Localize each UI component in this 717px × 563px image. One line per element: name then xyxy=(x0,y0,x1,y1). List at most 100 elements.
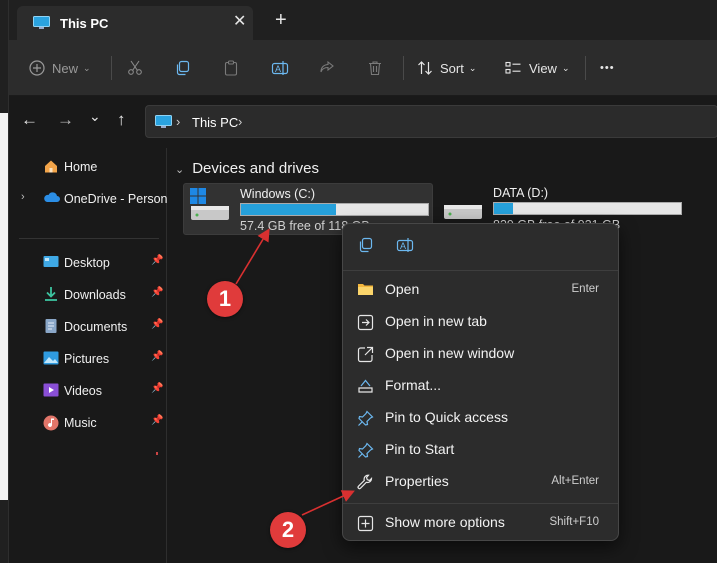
back-button[interactable]: ← xyxy=(21,110,38,130)
sidebar-item-downloads[interactable]: Downloads 📌 xyxy=(9,280,167,308)
chevron-down-icon: ⌄ xyxy=(468,62,477,73)
copy-icon[interactable] xyxy=(358,237,374,258)
resize-mark xyxy=(156,452,158,455)
rename-icon: A xyxy=(271,60,289,76)
new-label: New xyxy=(52,60,79,76)
videos-icon xyxy=(43,383,59,397)
format-icon xyxy=(357,378,374,395)
menu-item-show-more-options[interactable]: Show more options Shift+F10 xyxy=(347,508,615,538)
drive-name: DATA (D:) xyxy=(493,186,549,200)
sidebar-item-videos[interactable]: Videos 📌 xyxy=(9,376,167,404)
view-icon xyxy=(505,60,522,76)
pin-icon[interactable]: 📌 xyxy=(151,351,163,362)
pin-icon xyxy=(357,410,374,427)
menu-item-label: Open in new tab xyxy=(385,313,487,329)
tab-this-pc[interactable]: This PC ✕ xyxy=(17,6,253,40)
view-button[interactable]: View ⌄ xyxy=(505,40,570,96)
section-title: Devices and drives xyxy=(192,160,319,177)
pin-icon[interactable]: 📌 xyxy=(151,383,163,394)
copy-button[interactable] xyxy=(175,40,191,96)
sidebar-item-onedrive[interactable]: › OneDrive - Personal xyxy=(9,184,167,212)
new-button[interactable]: New ⌄ xyxy=(29,40,91,96)
share-icon xyxy=(319,60,335,76)
new-tab-icon xyxy=(357,314,374,331)
view-label: View xyxy=(529,60,557,76)
drive-name: Windows (C:) xyxy=(240,187,316,201)
menu-item-open-new-window[interactable]: Open in new window xyxy=(347,339,615,369)
chevron-right-icon[interactable]: › xyxy=(21,191,25,203)
chevron-down-icon: ⌄ xyxy=(561,62,570,73)
documents-icon xyxy=(43,319,59,333)
trash-icon xyxy=(367,60,383,76)
chevron-down-icon: ⌄ xyxy=(83,62,91,73)
divider xyxy=(585,56,586,80)
downloads-icon xyxy=(43,287,59,301)
up-button[interactable]: ↑ xyxy=(117,110,126,130)
drive-usage-bar xyxy=(493,202,682,215)
menu-divider xyxy=(343,503,618,504)
menu-item-label: Show more options xyxy=(385,514,505,530)
windows-drive-icon xyxy=(189,188,231,229)
breadcrumb-chevron-icon: › xyxy=(176,114,181,129)
rename-button[interactable]: A xyxy=(271,40,289,96)
drive-usage-fill xyxy=(241,204,337,215)
menu-item-label: Format... xyxy=(385,377,442,393)
sort-button[interactable]: Sort ⌄ xyxy=(417,40,476,96)
annotation-marker-2: 2 xyxy=(270,512,306,548)
menu-item-pin-quick-access[interactable]: Pin to Quick access xyxy=(347,403,615,433)
copy-icon xyxy=(175,60,191,76)
menu-item-open[interactable]: Open Enter xyxy=(347,275,615,305)
pin-icon[interactable]: 📌 xyxy=(151,415,163,426)
pin-start-icon xyxy=(357,442,374,459)
close-tab-icon[interactable]: ✕ xyxy=(233,11,246,31)
breadcrumb-chevron-icon[interactable]: › xyxy=(238,114,242,129)
menu-item-shortcut: Enter xyxy=(571,283,600,295)
command-bar: New ⌄ A Sort ⌄ View ⌄ ••• xyxy=(9,40,717,96)
forward-button[interactable]: → xyxy=(57,110,74,130)
devices-and-drives-header[interactable]: ⌄ Devices and drives xyxy=(175,160,319,177)
menu-item-label: Open xyxy=(385,281,420,297)
paste-button[interactable] xyxy=(223,40,239,96)
cut-button[interactable] xyxy=(127,40,143,96)
hard-drive-icon xyxy=(442,187,484,228)
sidebar-item-documents[interactable]: Documents 📌 xyxy=(9,312,167,340)
pin-icon[interactable]: 📌 xyxy=(151,287,163,298)
rename-icon[interactable]: A xyxy=(396,237,414,258)
menu-item-label: Pin to Start xyxy=(385,441,455,457)
sidebar-item-pictures[interactable]: Pictures 📌 xyxy=(9,344,167,372)
share-button[interactable] xyxy=(319,40,335,96)
divider xyxy=(111,56,112,80)
menu-item-label: Properties xyxy=(385,473,449,489)
menu-item-pin-start[interactable]: Pin to Start xyxy=(347,435,615,465)
sort-icon xyxy=(417,60,433,76)
pin-icon[interactable]: 📌 xyxy=(151,255,163,266)
see-more-button[interactable]: ••• xyxy=(600,40,615,96)
svg-text:A: A xyxy=(275,64,281,74)
more-options-icon xyxy=(357,515,374,532)
sidebar-item-label: Home xyxy=(64,160,98,174)
delete-button[interactable] xyxy=(367,40,383,96)
drive-usage-bar xyxy=(240,203,429,216)
sidebar-item-music[interactable]: Music 📌 xyxy=(9,408,167,436)
desktop-folder-icon xyxy=(43,255,59,269)
menu-item-properties[interactable]: Properties Alt+Enter xyxy=(347,467,615,497)
home-icon xyxy=(43,159,59,173)
sidebar-item-home[interactable]: Home xyxy=(9,152,167,180)
monitor-icon xyxy=(155,115,172,134)
pin-icon[interactable]: 📌 xyxy=(151,319,163,330)
menu-item-shortcut: Shift+F10 xyxy=(549,516,599,528)
onedrive-icon xyxy=(43,191,60,205)
folder-open-icon xyxy=(357,282,374,299)
navigation-pane: Home › OneDrive - Personal Desktop 📌 Dow… xyxy=(9,148,167,563)
menu-item-open-new-tab[interactable]: Open in new tab xyxy=(347,307,615,337)
music-icon xyxy=(43,415,59,431)
recent-locations-button[interactable]: ⌄ xyxy=(89,108,101,125)
sidebar-item-desktop[interactable]: Desktop 📌 xyxy=(9,248,167,276)
context-menu: A Open Enter Open in new tab Open in new… xyxy=(342,223,619,541)
breadcrumb-this-pc[interactable]: This PC xyxy=(192,115,238,130)
address-bar[interactable]: › This PC › xyxy=(145,105,717,138)
new-tab-button[interactable]: + xyxy=(275,10,287,30)
divider xyxy=(403,56,404,80)
menu-item-format[interactable]: Format... xyxy=(347,371,615,401)
menu-item-shortcut: Alt+Enter xyxy=(551,475,599,487)
